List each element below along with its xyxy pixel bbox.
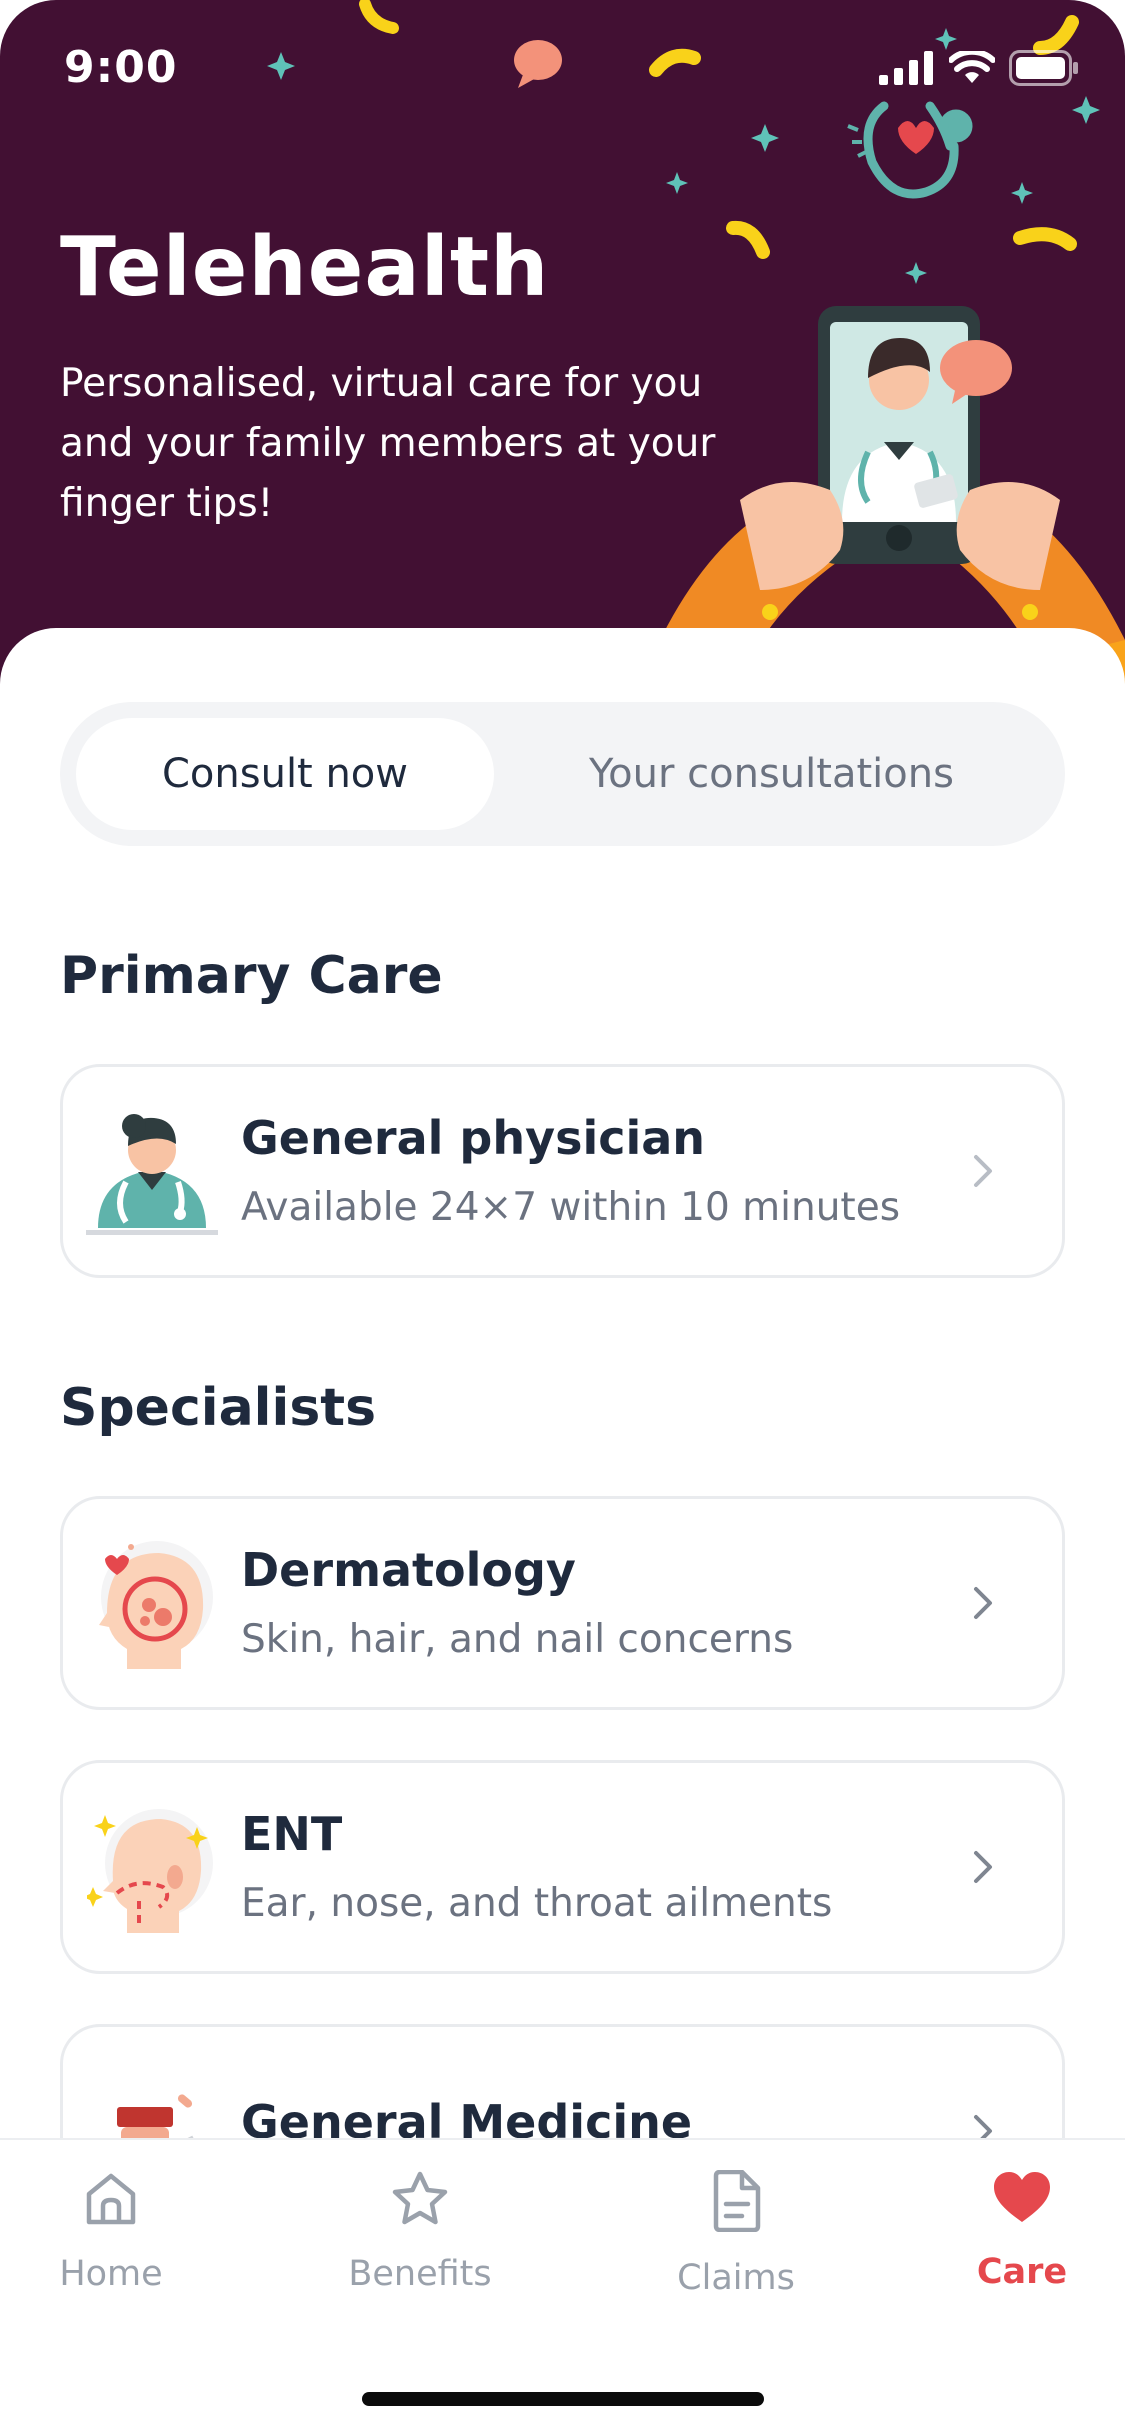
- status-time: 9:00: [64, 42, 178, 93]
- card-subtitle: Available 24×7 within 10 minutes: [241, 1185, 901, 1230]
- card-dermatology[interactable]: Dermatology Skin, hair, and nail concern…: [60, 1496, 1065, 1710]
- consult-tabs: Consult now Your consultations: [60, 702, 1065, 846]
- card-general-physician[interactable]: General physician Available 24×7 within …: [60, 1064, 1065, 1278]
- card-subtitle: Ear, nose, and throat ailments: [241, 1881, 833, 1926]
- chevron-right-icon: [972, 1585, 1062, 1621]
- telehealth-illustration: [640, 101, 1125, 720]
- home-icon: [86, 2173, 136, 2225]
- nav-care[interactable]: Care: [922, 2170, 1122, 2292]
- nav-claims[interactable]: Claims: [636, 2170, 836, 2298]
- star-icon: [392, 2171, 448, 2225]
- section-title-specialists: Specialists: [60, 1378, 377, 1438]
- chevron-right-icon: [972, 1153, 1062, 1189]
- telehealth-header: 9:00 Telehealth Personalised, virtual ca…: [0, 0, 1125, 720]
- tab-your-consultations[interactable]: Your consultations: [494, 718, 1049, 830]
- nav-benefits[interactable]: Benefits: [320, 2170, 520, 2294]
- page-title: Telehealth: [60, 220, 550, 315]
- nav-label: Care: [976, 2252, 1068, 2292]
- dermatology-icon: [63, 1496, 241, 1710]
- chevron-right-icon: [972, 1849, 1062, 1885]
- card-title: Dermatology: [241, 1543, 576, 1597]
- ent-icon: [63, 1760, 241, 1974]
- card-title: ENT: [241, 1807, 343, 1861]
- card-title: General physician: [241, 1111, 706, 1165]
- nav-label: Benefits: [348, 2254, 492, 2294]
- section-title-primary-care: Primary Care: [60, 946, 443, 1006]
- tab-consult-now[interactable]: Consult now: [76, 718, 494, 830]
- card-subtitle: Skin, hair, and nail concerns: [241, 1617, 794, 1662]
- content-sheet: Consult now Your consultations Primary C…: [0, 628, 1125, 2238]
- document-icon: [713, 2170, 761, 2232]
- nav-home[interactable]: Home: [11, 2170, 211, 2294]
- nav-label: Home: [59, 2254, 163, 2294]
- heart-icon: [994, 2172, 1050, 2222]
- home-indicator[interactable]: [362, 2392, 764, 2406]
- nav-label: Claims: [677, 2258, 795, 2298]
- card-ent[interactable]: ENT Ear, nose, and throat ailments: [60, 1760, 1065, 1974]
- doctor-icon: [63, 1064, 241, 1278]
